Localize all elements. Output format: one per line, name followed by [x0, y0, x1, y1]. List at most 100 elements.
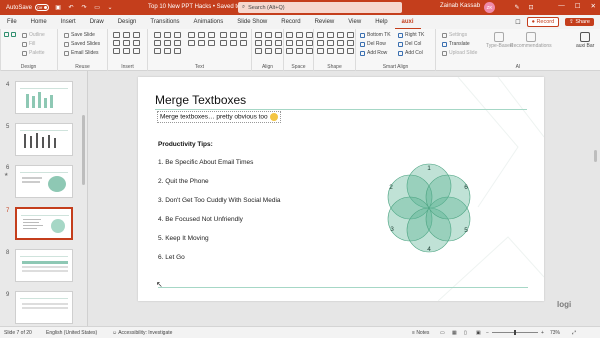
text-align-left-icon[interactable]: [154, 32, 161, 38]
tab-view[interactable]: View: [341, 15, 368, 29]
outline-button[interactable]: Outline: [22, 32, 45, 38]
shape-tools[interactable]: [317, 32, 355, 54]
align-dist-v-icon[interactable]: [265, 48, 272, 54]
space-stack-icon[interactable]: [296, 48, 303, 54]
bottom-tk-button[interactable]: Bottom TK: [360, 32, 391, 38]
record-button[interactable]: ● Record: [526, 17, 560, 27]
insert-table-icon[interactable]: [133, 32, 140, 38]
slide-thumbnail-5[interactable]: [15, 123, 73, 156]
fill-button[interactable]: Fill: [22, 41, 35, 47]
present-icon[interactable]: ▭: [93, 4, 101, 12]
right-tk-button[interactable]: Right TK: [398, 32, 424, 38]
autosave-control[interactable]: AutoSave Off: [6, 4, 50, 11]
space-grid-icon[interactable]: [306, 40, 313, 46]
shape-rotate-icon[interactable]: [317, 48, 324, 54]
tip-item[interactable]: 6. Let Go: [158, 254, 185, 261]
slide-thumbnail-9[interactable]: [15, 291, 73, 324]
align-bottom-icon[interactable]: [275, 40, 282, 46]
align-match-icon[interactable]: [275, 48, 282, 54]
thumbnail-scroll-thumb[interactable]: [82, 115, 85, 185]
tab-file[interactable]: File: [0, 15, 24, 29]
current-slide[interactable]: Merge Textboxes Merge textboxes… pretty …: [138, 77, 544, 301]
thumbnail-scrollbar[interactable]: [82, 75, 86, 321]
tab-design[interactable]: Design: [111, 15, 144, 29]
text-style-icon[interactable]: [240, 32, 247, 38]
tab-draw[interactable]: Draw: [83, 15, 111, 29]
type-based-button[interactable]: Type-Based: [486, 32, 513, 49]
zoom-slider[interactable]: [492, 330, 538, 335]
close-button[interactable]: ✕: [591, 2, 596, 10]
align-center-icon[interactable]: [265, 32, 272, 38]
shape-back-icon[interactable]: [327, 40, 334, 46]
save-slide-button[interactable]: Save Slide: [64, 32, 95, 38]
tab-animations[interactable]: Animations: [187, 15, 231, 29]
save-icon[interactable]: ▣: [54, 4, 62, 12]
shape-ungroup-icon[interactable]: [347, 40, 354, 46]
tab-home[interactable]: Home: [24, 15, 54, 29]
text-margin-icon[interactable]: [188, 32, 195, 38]
shape-match-size-icon[interactable]: [347, 32, 354, 38]
share-button[interactable]: ⇪ Share: [565, 18, 594, 26]
tip-item[interactable]: 4. Be Focused Not Unfriendly: [158, 216, 243, 223]
text-split-icon[interactable]: [174, 40, 181, 46]
slideshow-icon[interactable]: ▣: [476, 330, 481, 336]
space-spread-icon[interactable]: [306, 48, 313, 54]
space-even-icon[interactable]: [306, 32, 313, 38]
tab-transitions[interactable]: Transitions: [143, 15, 186, 29]
shape-more-icon[interactable]: [347, 48, 354, 54]
text-copy-icon[interactable]: [230, 40, 237, 46]
tab-help[interactable]: Help: [368, 15, 394, 29]
slide-thumbnail-4[interactable]: [15, 81, 73, 114]
text-tools-left[interactable]: [154, 32, 182, 54]
user-name[interactable]: Zainab Kassab: [440, 3, 480, 9]
notes-button[interactable]: ≡ Notes: [412, 330, 429, 336]
add-col-button[interactable]: Add Col: [398, 50, 423, 56]
insert-icon-icon[interactable]: [133, 40, 140, 46]
accessibility-status[interactable]: ☺ Accessibility: Investigate: [112, 330, 172, 336]
ribbon-display-icon[interactable]: ⊡: [527, 3, 535, 11]
tab-auxi[interactable]: auxi: [394, 15, 421, 29]
tip-item[interactable]: 3. Don't Get Too Cuddly With Social Medi…: [158, 197, 281, 204]
fit-to-window-icon[interactable]: ⤢: [572, 330, 576, 336]
undo-icon[interactable]: ↶: [67, 4, 75, 12]
text-align-center-icon[interactable]: [164, 32, 171, 38]
align-top-icon[interactable]: [255, 40, 262, 46]
add-row-button[interactable]: Add Row: [360, 50, 387, 56]
align-right-icon[interactable]: [275, 32, 282, 38]
autosave-toggle[interactable]: Off: [35, 4, 50, 11]
align-tools[interactable]: [255, 32, 283, 54]
text-columns-icon[interactable]: [198, 40, 205, 46]
tip-item[interactable]: 5. Keep It Moving: [158, 235, 209, 242]
translate-button[interactable]: Translate: [442, 41, 470, 47]
tips-heading[interactable]: Productivity Tips:: [158, 141, 213, 148]
pen-icon[interactable]: ✎: [513, 3, 521, 11]
insert-more-icon[interactable]: [133, 48, 140, 54]
text-direction-icon[interactable]: [208, 40, 215, 46]
space-v-icon[interactable]: [296, 32, 303, 38]
recommendations-button[interactable]: Recommendations: [510, 32, 552, 49]
flower-diagram[interactable]: 1 2 3 4 5 6: [374, 153, 484, 263]
slide-title[interactable]: Merge Textboxes: [155, 93, 246, 107]
insert-line-icon[interactable]: [113, 48, 120, 54]
shape-flip-icon[interactable]: [327, 48, 334, 54]
text-autofit-icon[interactable]: [230, 32, 237, 38]
text-tools-right[interactable]: [188, 32, 216, 46]
tip-item[interactable]: 1. Be Specific About Email Times: [158, 159, 253, 166]
text-clear-icon[interactable]: [220, 40, 227, 46]
design-quick-icons[interactable]: [4, 32, 16, 37]
text-tools-extra[interactable]: [220, 32, 248, 46]
slide-sorter-icon[interactable]: ▦: [452, 330, 457, 336]
text-indent-icon[interactable]: [164, 40, 171, 46]
maximize-button[interactable]: ☐: [575, 2, 581, 10]
text-case-icon[interactable]: [164, 48, 171, 54]
comments-icon[interactable]: ☐: [515, 19, 520, 26]
shape-match-h-icon[interactable]: [337, 32, 344, 38]
insert-arrow-icon[interactable]: [123, 48, 130, 54]
space-swap-icon[interactable]: [286, 48, 293, 54]
text-merge-icon[interactable]: [174, 32, 181, 38]
text-paste-icon[interactable]: [240, 40, 247, 46]
insert-text-icon[interactable]: [113, 40, 120, 46]
search-box[interactable]: ⌕ Search (Alt+Q): [238, 2, 402, 13]
space-h-icon[interactable]: [286, 32, 293, 38]
palette-button[interactable]: Palette: [22, 50, 45, 56]
